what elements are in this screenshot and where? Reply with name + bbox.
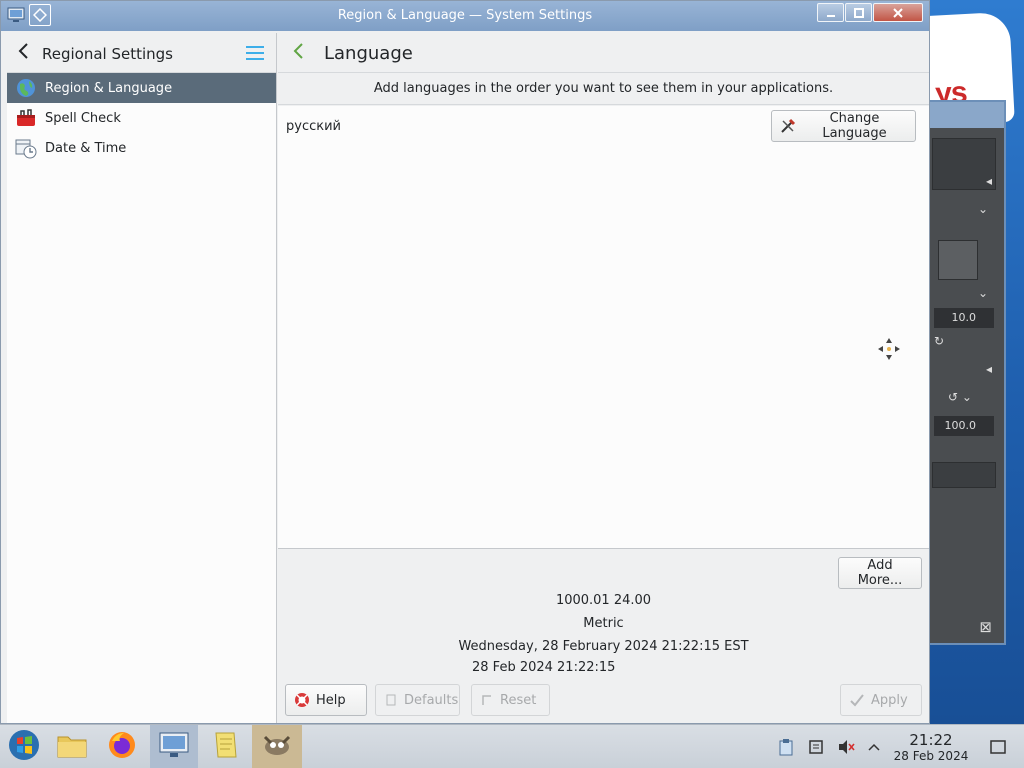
tools-icon [780,118,796,134]
collapse-icon[interactable]: ◂ [986,362,992,376]
language-list[interactable]: русский Change Language [278,106,929,549]
change-language-label: Change Language [822,111,887,141]
rotate-icon[interactable]: ↺ ⌄ [948,390,972,404]
clock-time: 21:22 [909,731,953,749]
sidebar-title: Regional Settings [42,45,174,63]
sidebar-header: Regional Settings [7,33,276,73]
notes-button[interactable] [202,725,250,768]
chevron-up-icon[interactable] [864,737,884,757]
background-input[interactable] [932,462,996,488]
content-header: Language [278,33,929,73]
taskbar: 21:22 28 Feb 2024 [0,724,1024,768]
system-settings-task[interactable] [150,725,198,768]
clipboard-icon[interactable] [776,737,796,757]
change-language-button[interactable]: Change Language [771,110,916,142]
reset-icon[interactable]: ↻ [934,334,944,348]
back-icon[interactable] [17,42,29,63]
chevron-down-icon[interactable]: ⌄ [978,286,988,300]
apply-button[interactable]: Apply [840,684,922,716]
show-desktop-icon[interactable] [988,737,1008,757]
short-date-preview: 28 Feb 2024 21:22:15 [472,660,616,675]
long-date-preview: Wednesday, 28 February 2024 21:22:15 EST [458,639,749,654]
reset-icon [480,693,494,707]
sidebar-item-label: Region & Language [45,80,173,96]
sidebar-item-date-time[interactable]: Date & Time [7,133,276,163]
sidebar: Regional Settings Region & Language Spel… [7,33,277,723]
page-title: Language [324,43,413,64]
firefox-button[interactable] [98,725,146,768]
sidebar-item-region-language[interactable]: Region & Language [7,73,276,103]
background-window-titlebar[interactable] [928,102,1004,128]
notifications-icon[interactable] [806,737,826,757]
apply-label: Apply [871,692,908,708]
add-more-label: Add More... [857,558,903,588]
size-field[interactable]: 10.0 [934,308,994,328]
clock[interactable]: 21:22 28 Feb 2024 [888,731,974,763]
chevron-down-icon[interactable]: ⌄ [978,202,988,216]
defaults-label: Defaults [404,692,459,708]
firefox-icon [106,729,138,765]
system-settings-icon [158,730,190,764]
system-settings-window: Region & Language — System Settings Regi… [0,0,930,724]
notes-icon [212,729,240,765]
defaults-icon [384,693,398,707]
hamburger-menu-icon[interactable] [246,46,264,64]
spell-check-icon [15,107,37,129]
sidebar-item-spell-check[interactable]: Spell Check [7,103,276,133]
collapse-icon[interactable]: ◂ [986,174,992,188]
move-cursor-icon [876,336,902,362]
maximize-button[interactable] [845,3,872,22]
add-more-button[interactable]: Add More... [838,557,922,589]
minimize-button[interactable] [817,3,844,22]
window-title: Region & Language — System Settings [337,8,593,23]
windows-logo-icon [8,729,40,765]
brush-preview[interactable] [938,240,978,280]
folder-icon [56,731,88,763]
file-manager-button[interactable] [48,725,96,768]
format-summary: 1000.01 24.00 Metric Wednesday, 28 Febru… [278,593,929,662]
gimp-icon [261,731,293,763]
clock-date: 28 Feb 2024 [893,749,969,763]
start-menu-button[interactable] [0,725,48,768]
gimp-task[interactable] [252,725,302,768]
help-label: Help [316,692,346,708]
opacity-field[interactable]: 100.0 [934,416,994,436]
reset-button[interactable]: Reset [471,684,550,716]
back-arrow-icon[interactable] [292,42,304,63]
globe-icon [15,77,37,99]
defaults-button[interactable]: Defaults [375,684,460,716]
close-icon[interactable]: ⊠ [979,618,992,636]
help-icon [294,692,310,708]
close-button[interactable] [873,3,923,22]
volume-muted-icon[interactable] [836,737,856,757]
titlebar[interactable]: Region & Language — System Settings [1,1,929,31]
sidebar-item-label: Date & Time [45,140,127,156]
language-hint: Add languages in the order you want to s… [278,73,929,105]
sidebar-item-label: Spell Check [45,110,121,126]
measurement-preview: Metric [583,616,624,631]
reset-label: Reset [500,692,537,708]
language-item[interactable]: русский [286,119,341,134]
calendar-clock-icon [15,137,37,159]
background-gimp-window[interactable]: ◂ ⌄ ⌄ 10.0 ↻ ◂ ↺ ⌄ 100.0 ⊠ [928,100,1006,645]
help-button[interactable]: Help [285,684,367,716]
content-panel: Language Add languages in the order you … [278,33,929,723]
checkmark-icon [849,692,865,708]
number-format-preview: 1000.01 24.00 [555,593,652,608]
